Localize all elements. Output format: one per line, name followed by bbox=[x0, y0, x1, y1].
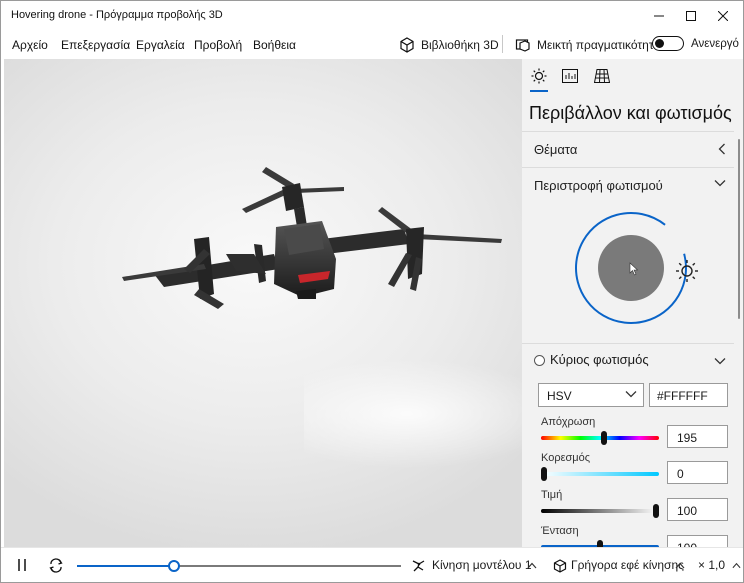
window-title: Hovering drone - Πρόγραμμα προβολής 3D bbox=[11, 9, 223, 21]
chevron-up-icon[interactable] bbox=[527, 562, 537, 569]
chevron-left-icon bbox=[718, 143, 725, 155]
toggle-state-label: Ανενεργό bbox=[691, 38, 739, 50]
panel-scrollbar[interactable] bbox=[738, 139, 740, 319]
color-mode-value: HSV bbox=[547, 389, 572, 403]
timeline-slider[interactable] bbox=[77, 560, 401, 572]
3d-viewport[interactable] bbox=[4, 59, 522, 547]
animation-selector[interactable]: Κίνηση μοντέλου 1 bbox=[432, 558, 532, 572]
close-icon bbox=[718, 11, 728, 21]
light-rotation-control[interactable] bbox=[574, 211, 688, 325]
toggle-knob bbox=[655, 39, 664, 48]
mixed-reality-button[interactable]: Μεικτή πραγματικότητα bbox=[515, 34, 660, 56]
chevron-down-icon bbox=[714, 358, 726, 365]
close-button[interactable] bbox=[707, 1, 739, 31]
value-value: 100 bbox=[677, 504, 698, 518]
light-rotation-section[interactable]: Περιστροφή φωτισμού bbox=[522, 167, 734, 203]
value-label: Τιμή bbox=[541, 489, 563, 501]
intensity-input[interactable]: 100 bbox=[667, 535, 728, 547]
speed-selector[interactable]: × 1,0 bbox=[698, 558, 725, 572]
panel-tabs bbox=[522, 59, 743, 93]
3d-library-button[interactable]: Βιβλιοθήκη 3D bbox=[399, 34, 499, 56]
hue-input[interactable]: 195 bbox=[667, 425, 728, 448]
cube-icon bbox=[400, 37, 414, 53]
themes-label: Θέματα bbox=[534, 142, 578, 157]
hue-label: Απόχρωση bbox=[541, 416, 596, 428]
light-rotation-label: Περιστροφή φωτισμού bbox=[534, 178, 663, 193]
maximize-icon bbox=[686, 11, 696, 21]
menu-view[interactable]: Προβολή bbox=[194, 38, 242, 52]
hex-color-input[interactable]: #FFFFFF bbox=[649, 383, 728, 407]
quick-effects-icon bbox=[553, 559, 567, 573]
panel-title: Περιβάλλον και φωτισμός bbox=[529, 103, 732, 123]
environment-panel: Περιβάλλον και φωτισμός Θέματα Περιστροφ… bbox=[522, 59, 743, 547]
mixed-reality-toggle[interactable] bbox=[652, 36, 684, 51]
menu-edit[interactable]: Επεξεργασία bbox=[61, 38, 130, 52]
app-window: Hovering drone - Πρόγραμμα προβολής 3D Α… bbox=[0, 0, 744, 583]
timeline-thumb[interactable] bbox=[168, 560, 181, 572]
menu-tools[interactable]: Εργαλεία bbox=[136, 38, 185, 52]
hue-slider-thumb[interactable] bbox=[601, 431, 608, 445]
mixed-reality-label: Μεικτή πραγματικότητα bbox=[537, 38, 661, 52]
tab-stats[interactable] bbox=[561, 67, 579, 85]
sun-icon[interactable] bbox=[675, 259, 699, 283]
chevron-up-icon[interactable] bbox=[675, 562, 685, 569]
value-slider-thumb[interactable] bbox=[653, 504, 659, 518]
menu-divider bbox=[502, 35, 503, 53]
active-tab-indicator bbox=[530, 90, 548, 92]
tab-grid[interactable] bbox=[593, 67, 611, 85]
chevron-up-icon[interactable] bbox=[732, 562, 741, 569]
value-slider[interactable] bbox=[541, 509, 659, 513]
mixed-reality-icon bbox=[515, 39, 530, 52]
saturation-value: 0 bbox=[677, 467, 684, 481]
main-light-label: Κύριος φωτισμός bbox=[550, 352, 649, 367]
quick-effects-button[interactable]: Γρήγορα εφέ κίνησης bbox=[571, 558, 684, 572]
maximize-button[interactable] bbox=[675, 1, 707, 31]
main-light-radio[interactable] bbox=[534, 355, 545, 366]
3d-library-label: Βιβλιοθήκη 3D bbox=[421, 38, 499, 52]
intensity-label: Ένταση bbox=[541, 525, 579, 537]
saturation-slider-thumb[interactable] bbox=[541, 467, 547, 481]
grid-icon bbox=[594, 69, 610, 83]
title-bar: Hovering drone - Πρόγραμμα προβολής 3D bbox=[1, 1, 743, 31]
chevron-down-icon bbox=[625, 391, 637, 398]
themes-section[interactable]: Θέματα bbox=[522, 131, 734, 167]
pause-icon[interactable] bbox=[16, 558, 28, 572]
drone-model bbox=[122, 167, 502, 309]
intensity-slider-thumb[interactable] bbox=[597, 540, 603, 547]
animation-icon bbox=[412, 560, 425, 572]
stats-icon bbox=[562, 69, 578, 83]
saturation-input[interactable]: 0 bbox=[667, 461, 728, 484]
menu-file[interactable]: Αρχείο bbox=[12, 38, 48, 52]
menu-bar: Αρχείο Επεξεργασία Εργαλεία Προβολή Βοήθ… bbox=[1, 31, 743, 59]
value-input[interactable]: 100 bbox=[667, 498, 728, 521]
timeline-progress bbox=[77, 565, 175, 567]
hex-color-value: #FFFFFF bbox=[657, 389, 708, 403]
playback-bar: Κίνηση μοντέλου 1 Γρήγορα εφέ κίνησης × … bbox=[1, 547, 743, 582]
hue-slider[interactable] bbox=[541, 436, 659, 440]
loop-icon[interactable] bbox=[48, 558, 64, 573]
minimize-button[interactable] bbox=[643, 1, 675, 31]
lighting-icon bbox=[531, 68, 547, 84]
saturation-slider[interactable] bbox=[541, 472, 659, 476]
minimize-icon bbox=[654, 15, 664, 17]
color-mode-select[interactable]: HSV bbox=[538, 383, 644, 407]
tab-lighting[interactable] bbox=[530, 67, 548, 85]
menu-help[interactable]: Βοήθεια bbox=[253, 38, 296, 52]
saturation-label: Κορεσμός bbox=[541, 452, 591, 464]
chevron-down-icon bbox=[714, 180, 726, 187]
hue-value: 195 bbox=[677, 431, 698, 445]
